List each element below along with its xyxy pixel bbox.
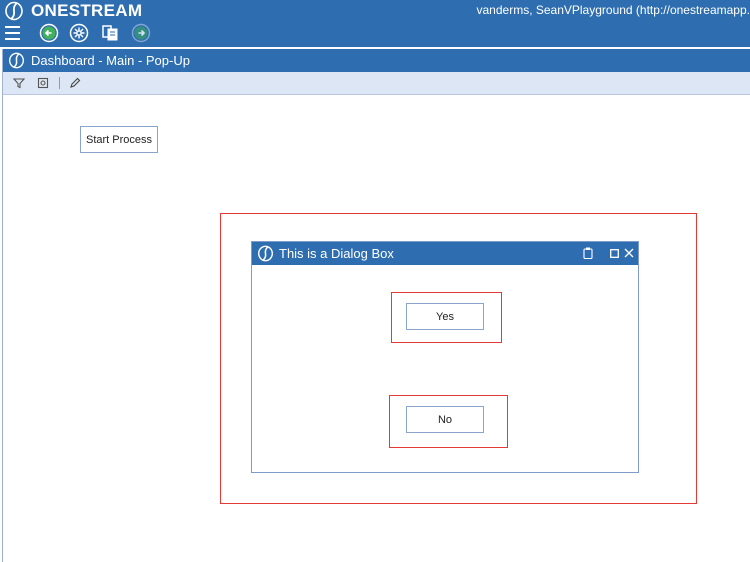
dialog-title-bar[interactable]: This is a Dialog Box (252, 242, 638, 265)
close-icon[interactable] (622, 246, 636, 260)
filter-icon[interactable] (11, 75, 27, 91)
edit-icon[interactable] (67, 75, 83, 91)
panel-title-bar: Dashboard - Main - Pop-Up (3, 49, 750, 72)
workflow-icon[interactable] (68, 22, 90, 44)
yes-button[interactable]: Yes (406, 303, 484, 330)
panel-toolbar (3, 72, 750, 95)
app-window: ONESTREAM vanderms, SeanVPlayground (htt… (0, 0, 750, 562)
maximize-icon[interactable] (607, 246, 621, 260)
dialog-title: This is a Dialog Box (279, 246, 394, 261)
brand: ONESTREAM (4, 1, 142, 21)
brand-name: ONESTREAM (31, 1, 143, 20)
clipboard-icon[interactable] (581, 246, 595, 260)
copy-icon[interactable] (99, 22, 121, 44)
start-process-button[interactable]: Start Process (80, 126, 158, 153)
user-info: vanderms, SeanVPlayground (http://onestr… (476, 3, 750, 17)
settings-icon[interactable] (35, 75, 51, 91)
onestream-logo-icon (8, 52, 25, 69)
menu-icon[interactable] (3, 22, 21, 44)
main-toolbar (0, 22, 300, 46)
no-button[interactable]: No (406, 406, 484, 433)
toolbar-divider (59, 77, 60, 89)
back-icon[interactable] (38, 22, 60, 44)
panel-title: Dashboard - Main - Pop-Up (31, 53, 190, 68)
onestream-logo-icon (4, 1, 24, 21)
forward-icon[interactable] (130, 22, 152, 44)
onestream-logo-icon (257, 245, 274, 262)
app-header: ONESTREAM vanderms, SeanVPlayground (htt… (0, 0, 750, 47)
